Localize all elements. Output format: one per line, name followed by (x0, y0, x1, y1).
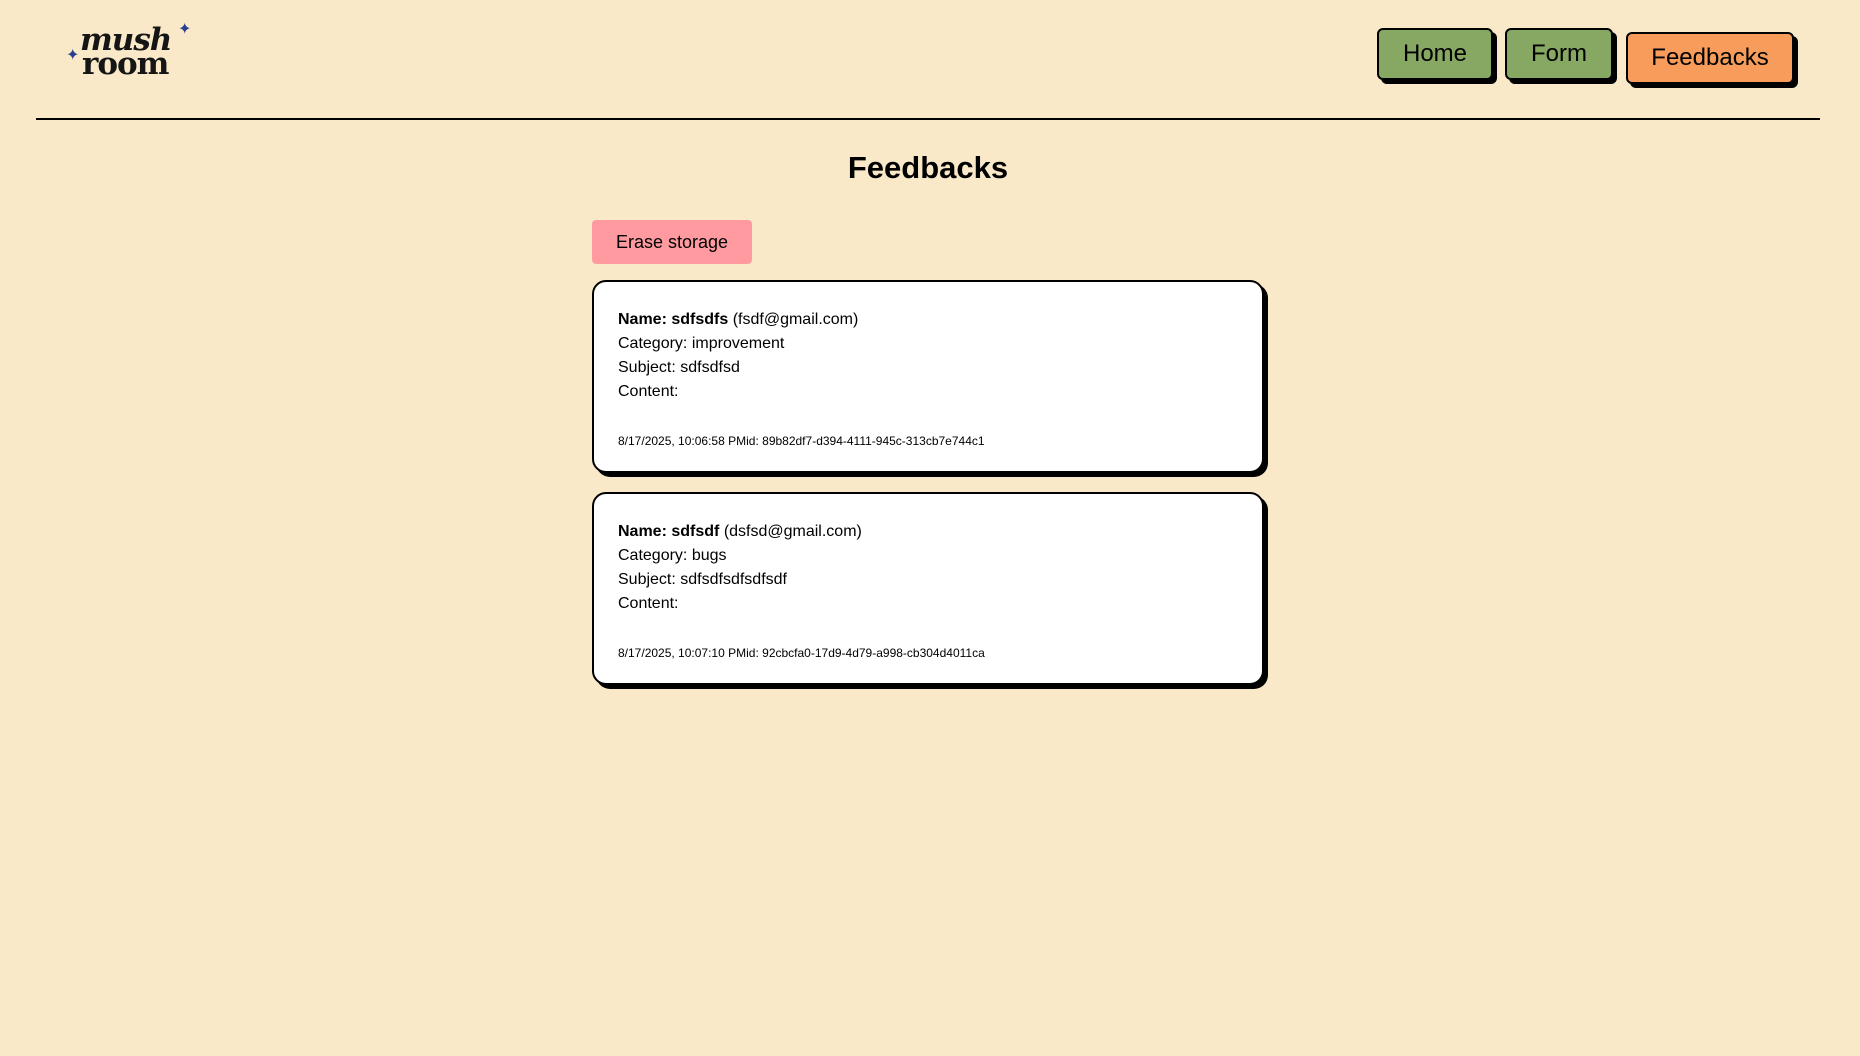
name-prefix: Name: (618, 523, 667, 540)
name-prefix: Name: (618, 311, 667, 328)
feedback-meta: 8/17/2025, 10:06:58 PMid: 89b82df7-d394-… (618, 434, 985, 448)
subject-prefix: Subject: (618, 359, 676, 376)
feedback-card: Name: sdfsdfs (fsdf@gmail.com) Category:… (592, 280, 1264, 473)
header: ✦ ✦ mush room Home Form Feedbacks (36, 0, 1820, 120)
logo-text: mush room (80, 25, 172, 82)
category-prefix: Category: (618, 547, 688, 564)
id-prefix: id: (746, 646, 759, 660)
feedback-subject: sdfsdfsd (680, 359, 740, 376)
nav-form-button[interactable]: Form (1505, 28, 1613, 80)
feedback-subject: sdfsdfsdfsdfsdf (680, 571, 787, 588)
feedback-subject-line: Subject: sdfsdfsdfsdfsdf (618, 568, 1262, 592)
feedback-category: bugs (691, 547, 727, 564)
sparkle-icon: ✦ (66, 47, 80, 64)
erase-storage-button[interactable]: Erase storage (592, 220, 752, 264)
feedback-subject-line: Subject: sdfsdfsd (618, 356, 1262, 380)
feedback-email: (dsfsd@gmail.com) (723, 523, 862, 540)
feedback-category-line: Category: bugs (618, 544, 1262, 568)
feedback-id: 92cbcfa0-17d9-4d79-a998-cb304d4011ca (762, 646, 985, 660)
logo-text-line2: room (82, 46, 170, 82)
sparkle-icon: ✦ (178, 21, 192, 38)
feedback-category: improvement (691, 335, 785, 352)
feedback-name: sdfsdfs (671, 311, 729, 328)
content-label: Content: (618, 383, 679, 400)
feedback-content-line: Content: (618, 592, 1262, 616)
feedback-name-line: Name: sdfsdfs (fsdf@gmail.com) (618, 308, 1262, 332)
feedback-category-line: Category: improvement (618, 332, 1262, 356)
mushroom-logo[interactable]: ✦ ✦ mush room (66, 14, 196, 94)
feedback-name-line: Name: sdfsdf (dsfsd@gmail.com) (618, 520, 1262, 544)
feedback-id: 89b82df7-d394-4111-945c-313cb7e744c1 (762, 434, 985, 448)
feedback-card: Name: sdfsdf (dsfsd@gmail.com) Category:… (592, 492, 1264, 685)
feedback-email: (fsdf@gmail.com) (732, 311, 859, 328)
id-prefix: id: (746, 434, 759, 448)
subject-prefix: Subject: (618, 571, 676, 588)
page-title: Feedbacks (847, 150, 1009, 185)
feedback-timestamp: 8/17/2025, 10:07:10 PM (618, 646, 747, 660)
feedback-name: sdfsdf (671, 523, 720, 540)
feedback-timestamp: 8/17/2025, 10:06:58 PM (618, 434, 747, 448)
feedback-meta: 8/17/2025, 10:07:10 PMid: 92cbcfa0-17d9-… (618, 646, 985, 660)
category-prefix: Category: (618, 335, 688, 352)
feedback-content-line: Content: (618, 380, 1262, 404)
content-label: Content: (618, 595, 679, 612)
nav-home-button[interactable]: Home (1377, 28, 1493, 80)
nav-feedbacks-button[interactable]: Feedbacks (1626, 32, 1794, 84)
